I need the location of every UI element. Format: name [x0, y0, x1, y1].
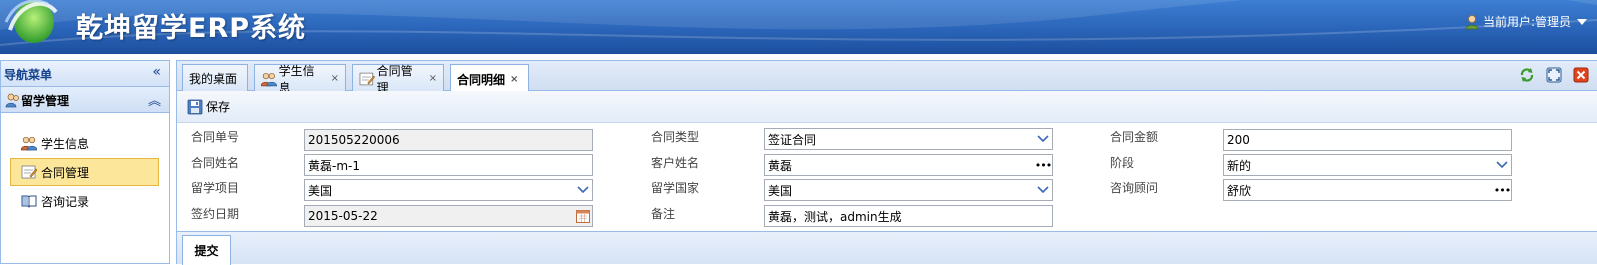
contract-type-label: 合同类型: [651, 130, 700, 144]
app-header: 乾坤留学ERP系统 当前用户:管理员: [0, 0, 1597, 54]
consultant-label: 咨询顾问: [1110, 181, 1159, 195]
contract-name-field[interactable]: 黄磊-m-1: [304, 154, 593, 176]
contract-name-label: 合同姓名: [191, 156, 240, 170]
tab-tools: [1519, 67, 1589, 83]
tab-label: 我的桌面: [189, 72, 238, 86]
contract-form: 合同单号 201505220006 合同类型 签证合同 合同金额 200 合同姓…: [177, 123, 1597, 231]
form-toolbar: 保存: [177, 91, 1597, 123]
submit-tab[interactable]: 提交: [182, 235, 231, 265]
user-icon: [1465, 14, 1479, 29]
contract-amount-field[interactable]: 200: [1223, 129, 1512, 151]
study-program-value: 美国: [308, 183, 333, 198]
sign-date-value: 2015-05-22: [308, 209, 378, 223]
contract-type-value: 签证合同: [768, 132, 817, 147]
customer-name-value: 黄磊: [768, 158, 793, 173]
save-button[interactable]: 保存: [187, 98, 230, 115]
remark-value: 黄磊，测试，admin生成: [768, 209, 902, 224]
chevron-down-icon[interactable]: [1577, 18, 1587, 25]
sidebar-item-label: 学生信息: [41, 136, 90, 151]
refresh-icon[interactable]: [1519, 67, 1535, 83]
consultant-field[interactable]: 舒欣 •••: [1223, 179, 1512, 201]
chevron-down-icon[interactable]: [1493, 155, 1511, 175]
consultant-value: 舒欣: [1227, 183, 1252, 198]
contract-type-select[interactable]: 签证合同: [764, 128, 1053, 150]
contract-amount-label: 合同金额: [1110, 130, 1159, 144]
close-tab-icon[interactable]: ×: [331, 73, 339, 84]
remark-field[interactable]: 黄磊，测试，admin生成: [764, 205, 1053, 227]
study-program-select[interactable]: 美国: [304, 179, 593, 201]
more-options-icon[interactable]: •••: [1493, 184, 1511, 197]
sidebar-item-student-info[interactable]: 学生信息: [10, 129, 159, 157]
close-tab-icon[interactable]: ×: [429, 73, 437, 84]
calendar-icon[interactable]: [574, 206, 592, 226]
save-icon: [187, 99, 203, 114]
save-label: 保存: [206, 100, 231, 114]
book-icon: [21, 195, 37, 208]
collapse-sidebar-icon[interactable]: «: [152, 64, 161, 80]
close-all-icon[interactable]: [1573, 67, 1589, 83]
sidebar-group-study-abroad[interactable]: 留学管理 ︽: [1, 87, 169, 113]
sidebar-menu: 学生信息 合同管理 咨询记录: [1, 113, 169, 215]
sidebar-item-consultation-records[interactable]: 咨询记录: [10, 187, 159, 215]
chevron-down-icon[interactable]: [1034, 129, 1052, 149]
tab-contract-management[interactable]: 合同管理 ×: [352, 64, 444, 95]
stage-label: 阶段: [1110, 156, 1135, 170]
sidebar-item-label: 合同管理: [41, 165, 90, 180]
contract-no-value: 201505220006: [308, 133, 400, 147]
contract-name-value: 黄磊-m-1: [308, 158, 360, 173]
logo-globe-icon: [4, 0, 58, 43]
students-icon: [261, 72, 277, 86]
sidebar-title: 导航菜单: [4, 68, 53, 82]
contract-no-field[interactable]: 201505220006: [304, 129, 593, 151]
tab-contract-detail[interactable]: 合同明细 ×: [450, 64, 529, 93]
tab-my-desktop[interactable]: 我的桌面: [182, 64, 248, 92]
close-tab-icon[interactable]: ×: [510, 74, 518, 85]
collapse-group-icon[interactable]: ︽: [148, 90, 161, 109]
sidebar: 导航菜单 « 留学管理 ︽ 学生信息 合同管理 咨询记录: [0, 60, 170, 264]
app-title: 乾坤留学ERP系统: [76, 13, 307, 44]
contract-icon: [21, 165, 37, 179]
user-menu[interactable]: 当前用户:管理员: [1464, 13, 1587, 30]
customer-name-field[interactable]: 黄磊 •••: [764, 154, 1053, 176]
chevron-down-icon[interactable]: [1034, 180, 1052, 200]
fullscreen-icon[interactable]: [1546, 67, 1562, 83]
tab-bar: 我的桌面 学生信息 × 合同管理 × 合同明细 ×: [177, 60, 1597, 95]
user-group-icon: [5, 93, 19, 108]
stage-select[interactable]: 新的: [1223, 154, 1512, 176]
customer-name-label: 客户姓名: [651, 156, 700, 170]
sidebar-group-title: 留学管理: [21, 94, 70, 108]
contract-no-label: 合同单号: [191, 130, 240, 144]
current-user-label: 当前用户:管理员: [1482, 15, 1571, 29]
study-program-label: 留学项目: [191, 181, 240, 195]
more-options-icon[interactable]: •••: [1034, 159, 1052, 172]
sign-date-label: 签约日期: [191, 207, 240, 221]
tab-label: 合同明细: [457, 72, 506, 87]
contract-amount-value: 200: [1227, 133, 1250, 147]
main-panel: 我的桌面 学生信息 × 合同管理 × 合同明细 × 保存 合同单号 201505…: [176, 60, 1597, 265]
tab-student-info[interactable]: 学生信息 ×: [254, 64, 346, 95]
sidebar-item-contract-management[interactable]: 合同管理: [10, 158, 159, 186]
students-icon: [21, 136, 37, 151]
bottom-tab-bar: 提交: [177, 231, 1597, 265]
study-country-select[interactable]: 美国: [764, 179, 1053, 201]
contract-icon: [359, 72, 375, 85]
sign-date-field[interactable]: 2015-05-22: [304, 205, 593, 227]
study-country-label: 留学国家: [651, 181, 700, 195]
sidebar-header: 导航菜单 «: [1, 61, 169, 87]
sidebar-item-label: 咨询记录: [41, 194, 90, 209]
chevron-down-icon[interactable]: [574, 180, 592, 200]
study-country-value: 美国: [768, 183, 793, 198]
remark-label: 备注: [651, 207, 676, 221]
stage-value: 新的: [1227, 158, 1252, 173]
